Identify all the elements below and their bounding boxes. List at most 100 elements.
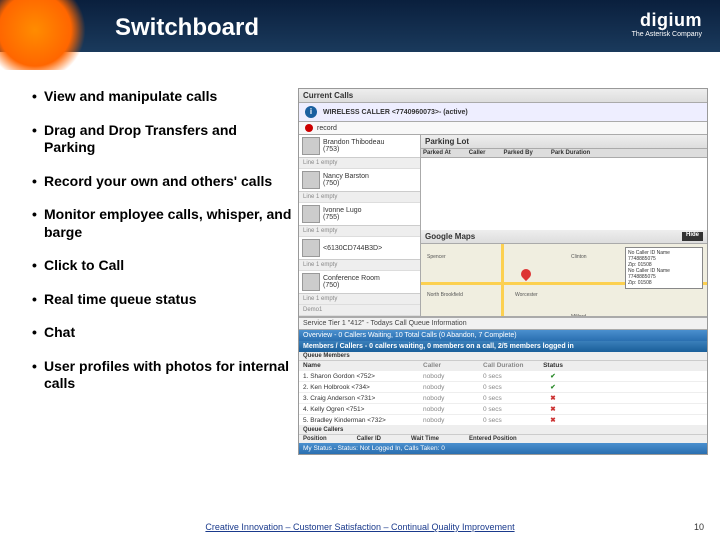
col: Wait Time [411,436,439,442]
switchboard-screenshot: Current Calls i WIRELESS CALLER <7740960… [298,88,708,455]
avatar [302,205,320,223]
map-place: Clinton [571,254,587,260]
ext-number: (750) [323,180,369,187]
member-dur: 0 secs [483,395,543,402]
slide-title: Switchboard [115,14,259,42]
empty-line: Line 1 empty [299,294,420,305]
map-pin-icon[interactable] [519,267,533,281]
col: Park Duration [551,150,590,156]
caller-id-text: WIRELESS CALLER <7740960073>- (active) [323,109,468,116]
header-accent [0,0,95,70]
logo: digium The Asterisk Company [632,10,702,38]
member-caller: nobody [423,373,483,380]
col: Caller [423,362,483,369]
current-calls-header: Current Calls [299,89,707,103]
extension-card[interactable]: Ivonne Lugo(755) [299,203,420,226]
avatar [302,239,320,257]
hide-button[interactable]: Hide [682,232,703,241]
bullet-item: Chat [32,324,292,342]
avatar [302,171,320,189]
bullet-item: Click to Call [32,257,292,275]
bullet-item: Monitor employee calls, whisper, and bar… [32,206,292,241]
page-number: 10 [694,522,704,532]
table-row[interactable]: 1. Sharon Gordon <752>nobody0 secs✔ [299,371,707,382]
ext-name: Ivonne Lugo [323,207,362,214]
demo-slot: Demo1 [299,305,420,316]
check-icon: ✔ [543,383,563,391]
current-call-row[interactable]: i WIRELESS CALLER <7740960073>- (active) [299,103,707,122]
member-name: 3. Craig Anderson <731> [303,395,423,402]
member-caller: nobody [423,406,483,413]
bullet-item: Drag and Drop Transfers and Parking [32,122,292,157]
bullet-item: Real time queue status [32,291,292,309]
record-row[interactable]: record [299,122,707,135]
table-row[interactable]: 3. Craig Anderson <731>nobody0 secs✖ [299,393,707,404]
x-icon: ✖ [543,405,563,413]
queue-members-table: Name Caller Call Duration Status 1. Shar… [299,361,707,426]
member-caller: nobody [423,417,483,424]
empty-line: Line 1 empty [299,226,420,237]
col: Entered Position [469,436,517,442]
extension-card[interactable]: <6130CD744B3D> [299,237,420,260]
member-name: 4. Kelly Ogren <751> [303,406,423,413]
member-caller: nobody [423,395,483,402]
record-label: record [317,125,337,132]
ext-number: (753) [323,146,384,153]
col: Position [303,436,327,442]
extension-card[interactable]: Conference Room(750) [299,271,420,294]
member-dur: 0 secs [483,406,543,413]
member-dur: 0 secs [483,373,543,380]
my-status-bar: My Status - Status: Not Logged In, Calls… [299,443,707,454]
service-tier-bar: Service Tier 1 "412" - Todays Call Queue… [299,317,707,330]
table-row[interactable]: 2. Ken Holbrook <734>nobody0 secs✔ [299,382,707,393]
table-row[interactable]: 4. Kelly Ogren <751>nobody0 secs✖ [299,404,707,415]
queue-members-label: Queue Members [299,352,707,361]
member-name: 2. Ken Holbrook <734> [303,384,423,391]
x-icon: ✖ [543,394,563,402]
x-icon: ✖ [543,416,563,424]
ext-name: Nancy Barston [323,173,369,180]
empty-line: Line 1 empty [299,192,420,203]
col: Call Duration [483,362,543,369]
logo-subtitle: The Asterisk Company [632,31,702,38]
member-name: 5. Bradley Kinderman <732> [303,417,423,424]
extension-card[interactable]: Brandon Thibodeau(753) [299,135,420,158]
queue-callers-label: Queue Callers [299,426,707,435]
member-name: 1. Sharon Gordon <752> [303,373,423,380]
bullet-list: View and manipulate calls Drag and Drop … [32,88,292,455]
logo-text: digium [632,10,702,31]
col: Name [303,362,423,369]
footer-text: Creative Innovation – Customer Satisfact… [0,522,720,532]
bullet-item: View and manipulate calls [32,88,292,106]
col: Caller ID [357,436,381,442]
map-place: Milford [571,314,586,316]
slide-header: Switchboard digium The Asterisk Company [0,0,720,70]
col: Caller [469,150,486,156]
maps-header: Google Maps Hide [421,230,707,244]
card-line: Zip: 01508 [628,280,700,286]
col: Parked At [423,150,451,156]
bullet-item: User profiles with photos for internal c… [32,358,292,393]
maps-label: Google Maps [425,232,475,241]
empty-line: Line 1 empty [299,260,420,271]
info-icon: i [305,106,317,118]
ext-name: Conference Room [323,275,380,282]
parking-body[interactable] [421,158,707,230]
overview-bar: Overview - 0 Callers Waiting, 10 Total C… [299,330,707,341]
avatar [302,137,320,155]
map-place: Worcester [515,292,538,298]
bullet-item: Record your own and others' calls [32,173,292,191]
ext-name: Brandon Thibodeau [323,139,384,146]
map[interactable]: North Brookfield Spencer Worcester Clint… [421,244,707,316]
member-dur: 0 secs [483,384,543,391]
table-header: Name Caller Call Duration Status [299,361,707,371]
member-caller: nobody [423,384,483,391]
parking-columns: Parked At Caller Parked By Park Duration [421,149,707,158]
empty-line: Line 1 empty [299,158,420,169]
extension-card[interactable]: Nancy Barston(750) [299,169,420,192]
ext-number: (750) [323,282,380,289]
map-place: Spencer [427,254,446,260]
table-row[interactable]: 5. Bradley Kinderman <732>nobody0 secs✖ [299,415,707,426]
col: Parked By [503,150,532,156]
queue-callers-columns: Position Caller ID Wait Time Entered Pos… [299,435,707,443]
